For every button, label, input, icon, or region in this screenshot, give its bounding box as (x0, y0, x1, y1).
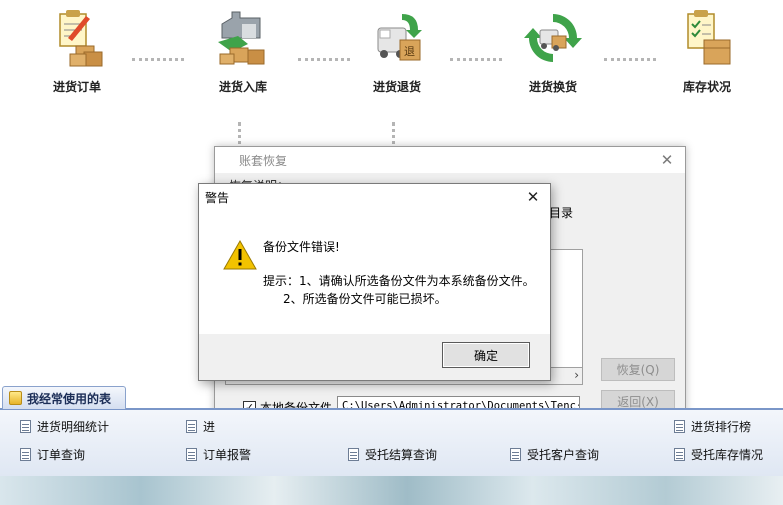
workflow-item-purchase-return[interactable]: 退 进货退货 (352, 8, 442, 95)
frequent-link[interactable]: 受托客户查询 (510, 446, 599, 463)
document-icon (186, 448, 197, 461)
alert-message: 备份文件错误! (263, 240, 340, 254)
workflow-item-purchase-order[interactable]: 进货订单 (32, 8, 122, 95)
svg-text:退: 退 (404, 45, 415, 58)
document-icon (674, 448, 685, 461)
frequent-link[interactable]: 受托库存情况 (674, 446, 763, 463)
document-icon (186, 420, 197, 433)
alert-dialog-body: 备份文件错误! 提示：1、请确认所选备份文件为本系统备份文件。 2、所选备份文件… (199, 210, 550, 334)
alert-hint-line-1: 提示：1、请确认所选备份文件为本系统备份文件。 (263, 274, 535, 288)
alert-dialog-title: 警告 (205, 190, 230, 205)
document-icon (510, 448, 521, 461)
purchase-exchange-icon (522, 8, 584, 70)
purchase-return-icon: 退 (366, 8, 428, 70)
workflow-label: 进货入库 (218, 80, 267, 94)
purchase-order-icon (46, 8, 108, 70)
warning-icon (223, 239, 257, 270)
chevron-right-icon[interactable]: › (574, 368, 579, 382)
workflow-connector (132, 58, 184, 62)
alert-hint-line-2: 2、所选备份文件可能已损坏。 (283, 292, 447, 306)
document-icon (674, 420, 685, 433)
frequent-tables-title: 我经常使用的表 (27, 391, 112, 406)
restore-dialog-title: 账套恢复 (239, 153, 288, 168)
frequent-link[interactable]: 订单查询 (20, 446, 85, 463)
inventory-status-icon (676, 8, 738, 70)
frequent-link[interactable]: 进货排行榜 (674, 418, 751, 435)
workflow-item-purchase-exchange[interactable]: 进货换货 (508, 8, 598, 95)
folder-icon (9, 391, 22, 405)
document-icon (20, 420, 31, 433)
alert-dialog-titlebar[interactable]: 警告 ✕ (199, 184, 550, 210)
workflow-connector (604, 58, 656, 62)
restore-directory-text: 目录 (549, 206, 574, 220)
workflow-label: 进货订单 (52, 80, 101, 94)
close-icon[interactable]: ✕ (522, 187, 544, 207)
frequent-tables-tab[interactable]: 我经常使用的表 (2, 386, 126, 409)
workflow-label: 进货退货 (372, 80, 421, 94)
stock-in-icon (212, 8, 274, 70)
workflow-connector (298, 58, 350, 62)
workflow-label: 库存状况 (682, 80, 731, 94)
workflow-item-stock-in[interactable]: 进货入库 (198, 8, 288, 95)
alert-dialog: 警告 ✕ 备份文件错误! 提示：1、请确认所选备份文件为本系统备份文件。 2、所… (198, 183, 551, 381)
frequent-link[interactable]: 进货明细统计 (20, 418, 109, 435)
frequent-link[interactable]: 受托结算查询 (348, 446, 437, 463)
background-banner (0, 476, 783, 505)
workflow-connector (450, 58, 502, 62)
workflow-item-inventory-status[interactable]: 库存状况 (662, 8, 752, 95)
restore-button[interactable]: 恢复(Q) (601, 358, 675, 381)
workflow-label: 进货换货 (528, 80, 577, 94)
frequent-tables-panel: 进货明细统计 进 进货排行榜 订单查询 订单报警 受托结算查询 受托客户查询 受… (0, 410, 783, 476)
frequent-tables-header: 我经常使用的表 (0, 385, 783, 410)
document-icon (20, 448, 31, 461)
frequent-link[interactable]: 订单报警 (186, 446, 251, 463)
document-icon (348, 448, 359, 461)
close-icon[interactable]: ✕ (657, 150, 677, 170)
ok-button[interactable]: 确定 (442, 342, 530, 368)
frequent-link[interactable]: 进 (186, 418, 215, 435)
restore-dialog-titlebar[interactable]: 账套恢复 ✕ (215, 147, 685, 173)
